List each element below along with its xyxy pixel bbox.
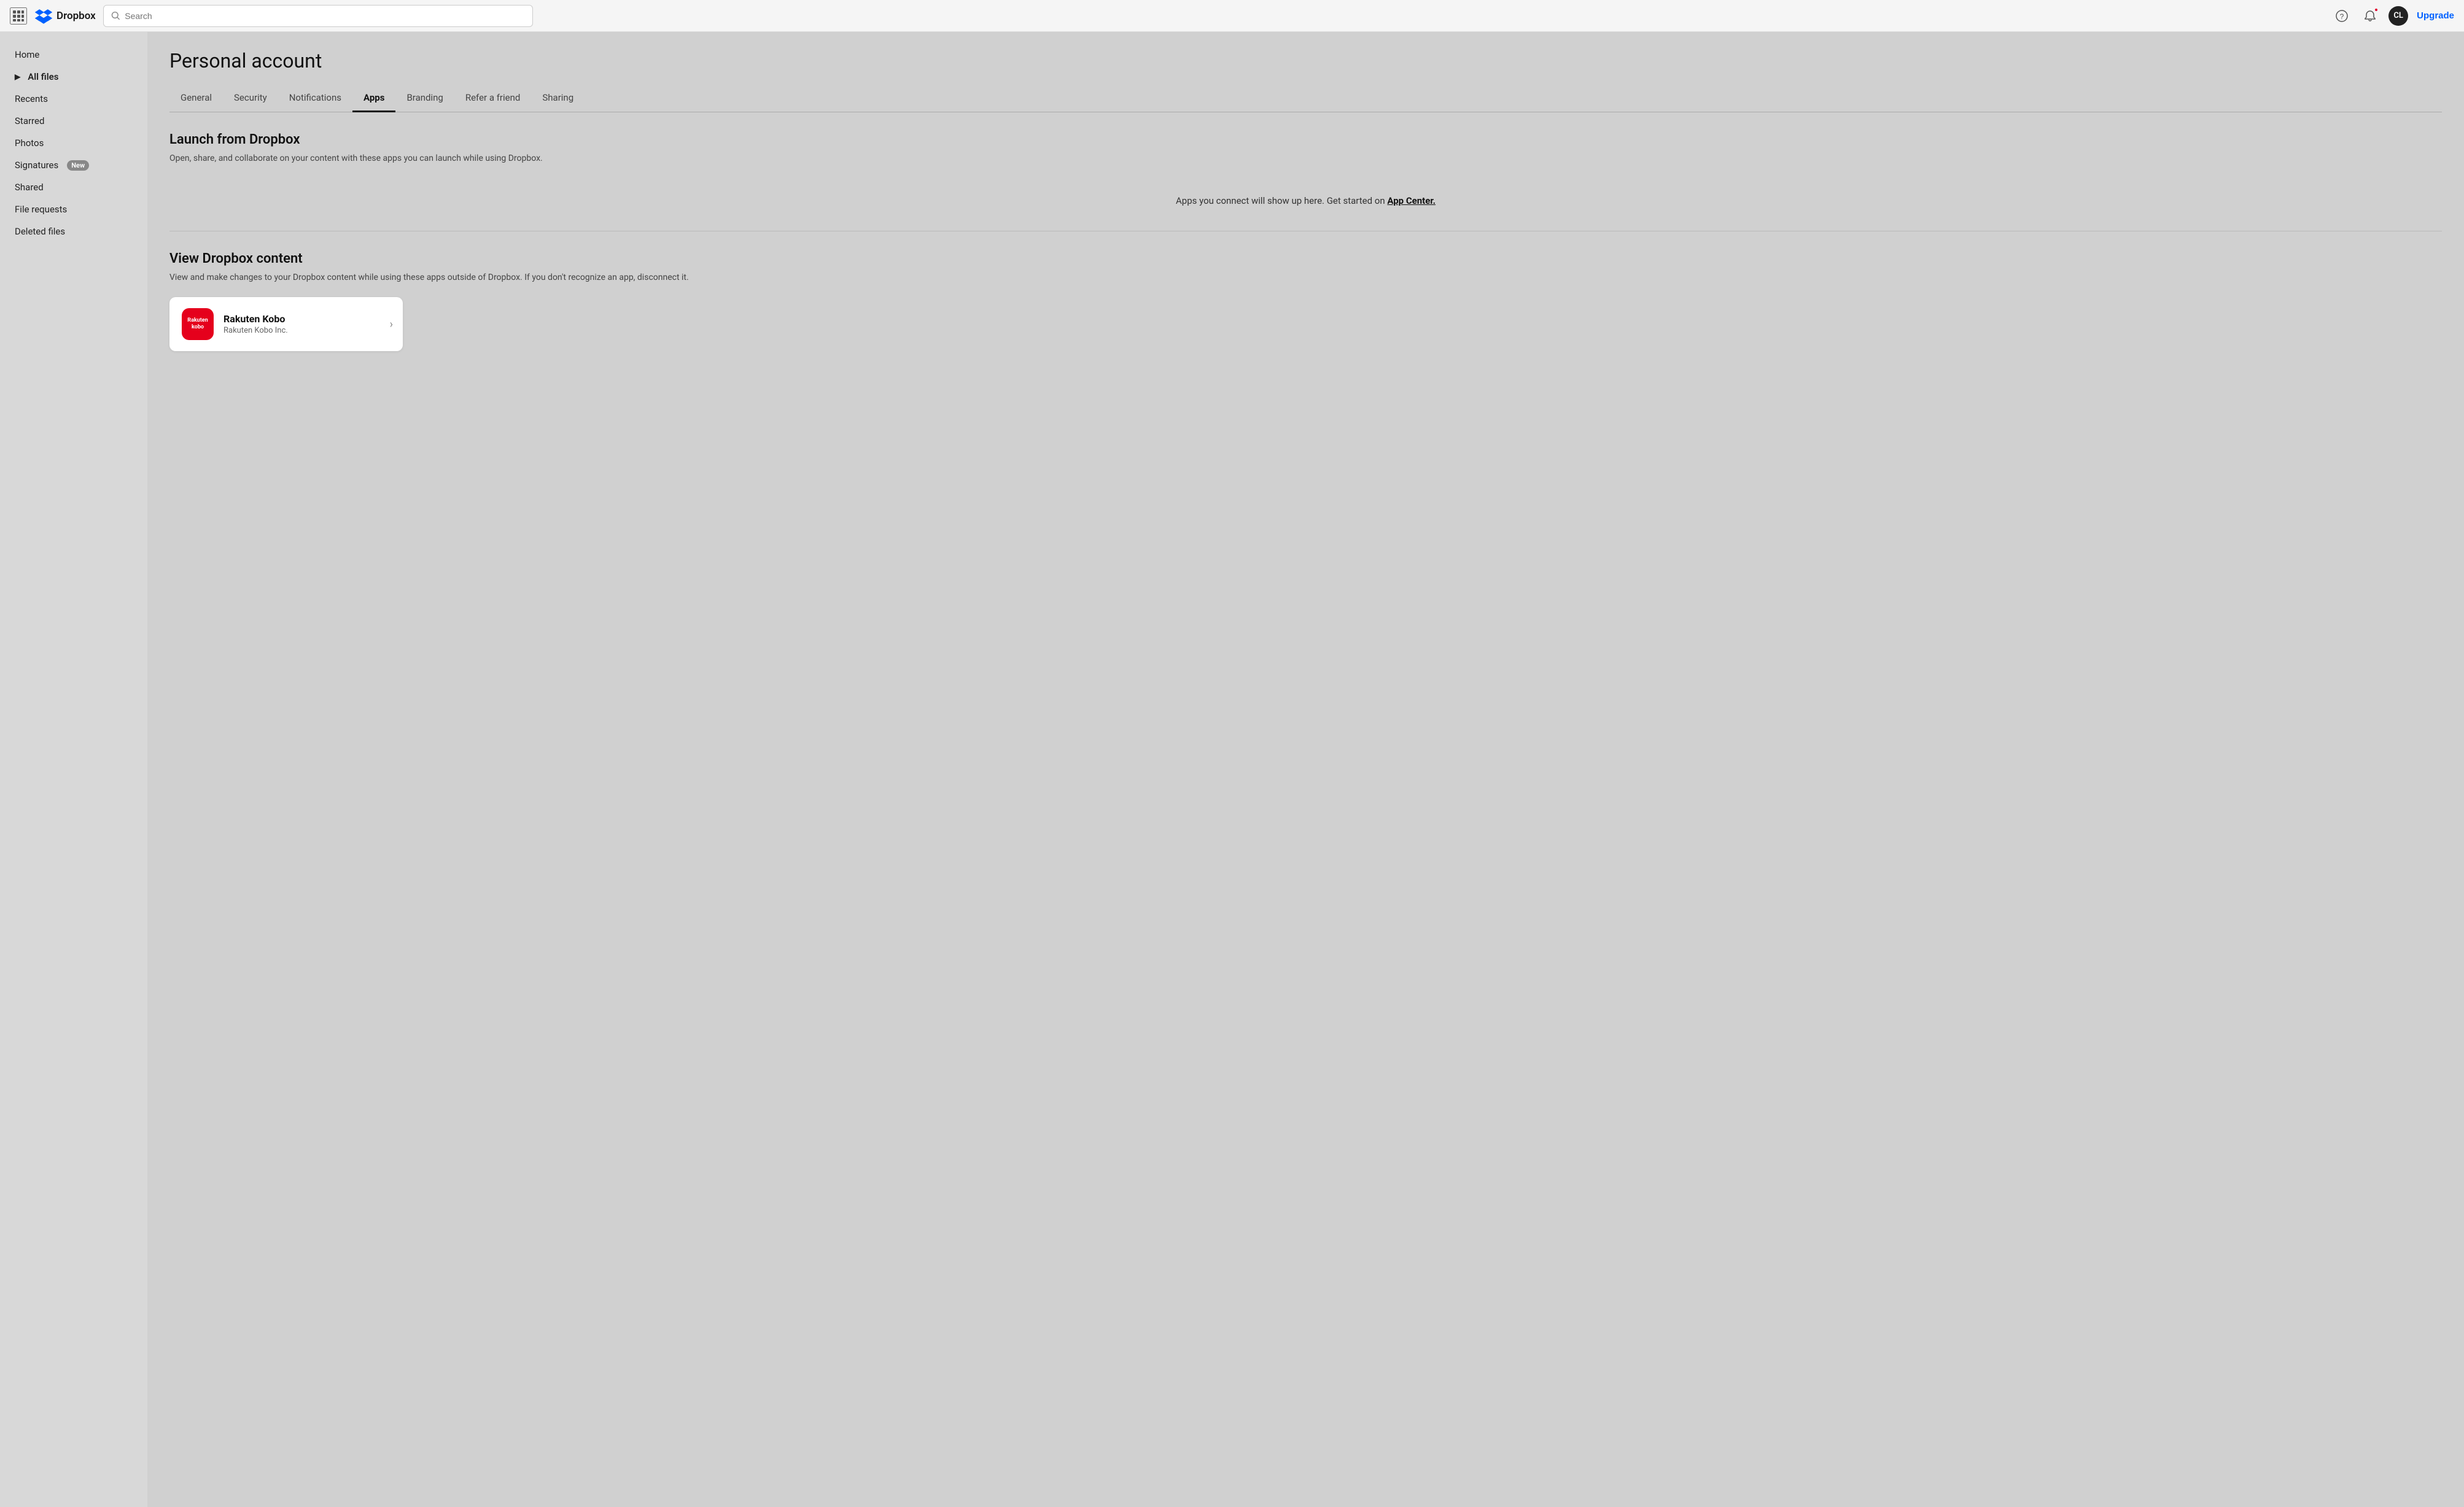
- sidebar-item-recents[interactable]: Recents: [0, 88, 147, 109]
- grid-menu-button[interactable]: [10, 7, 27, 25]
- app-name: Rakuten Kobo: [223, 313, 391, 325]
- tab-security[interactable]: Security: [223, 87, 278, 112]
- app-icon-text: Rakutenkobo: [187, 317, 208, 331]
- sidebar-item-label: Deleted files: [15, 226, 65, 237]
- sidebar-item-label: All files: [28, 71, 58, 82]
- logo-text: Dropbox: [56, 10, 96, 22]
- tab-sharing[interactable]: Sharing: [531, 87, 585, 112]
- launch-empty-state: Apps you connect will show up here. Get …: [169, 178, 2442, 226]
- sidebar-item-home[interactable]: Home: [0, 44, 147, 65]
- launch-section: Launch from Dropbox Open, share, and col…: [169, 132, 2442, 226]
- sidebar-item-label: Signatures: [15, 160, 58, 171]
- app-company: Rakuten Kobo Inc.: [223, 326, 391, 335]
- tab-general[interactable]: General: [169, 87, 223, 112]
- view-section-desc: View and make changes to your Dropbox co…: [169, 273, 2442, 282]
- main-content: Personal account GeneralSecurityNotifica…: [147, 32, 2464, 1507]
- search-icon: [111, 11, 120, 20]
- sidebar-item-file-requests[interactable]: File requests: [0, 199, 147, 220]
- view-section-title: View Dropbox content: [169, 251, 2442, 266]
- sidebar-item-signatures[interactable]: Signatures New: [0, 155, 147, 176]
- empty-text-before: Apps you connect will show up here. Get …: [1176, 195, 1387, 206]
- dropbox-logo[interactable]: Dropbox: [34, 7, 96, 25]
- sidebar-item-shared[interactable]: Shared: [0, 177, 147, 198]
- sidebar-item-photos[interactable]: Photos: [0, 133, 147, 153]
- badge-new: New: [67, 160, 89, 171]
- sidebar-item-deleted-files[interactable]: Deleted files: [0, 221, 147, 242]
- app-info: Rakuten Kobo Rakuten Kobo Inc.: [223, 313, 391, 335]
- tab-apps[interactable]: Apps: [352, 87, 395, 112]
- upgrade-button[interactable]: Upgrade: [2417, 10, 2454, 21]
- sidebar-item-all-files[interactable]: ▶ All files: [0, 66, 147, 87]
- topbar: Dropbox ? CL Upgrade: [0, 0, 2464, 32]
- layout: Home ▶ All files Recents Starred Photos Signat…: [0, 32, 2464, 1507]
- chevron-icon: ▶: [15, 72, 20, 81]
- notifications-button[interactable]: [2360, 6, 2380, 26]
- sidebar: Home ▶ All files Recents Starred Photos Signat…: [0, 32, 147, 1507]
- app-card-rakuten[interactable]: Rakutenkobo Rakuten Kobo Rakuten Kobo In…: [169, 297, 403, 351]
- sidebar-item-label: Starred: [15, 115, 44, 126]
- svg-text:?: ?: [2340, 12, 2344, 21]
- tabs: GeneralSecurityNotificationsAppsBranding…: [169, 87, 2442, 112]
- sidebar-item-label: Recents: [15, 93, 48, 104]
- sidebar-item-label: File requests: [15, 204, 67, 215]
- search-bar[interactable]: [103, 5, 533, 27]
- help-icon: ?: [2336, 10, 2348, 22]
- sidebar-item-label: Photos: [15, 138, 44, 149]
- app-center-link[interactable]: App Center.: [1387, 195, 1436, 206]
- tab-notifications[interactable]: Notifications: [278, 87, 352, 112]
- sidebar-item-label: Shared: [15, 182, 44, 193]
- tab-refer-a-friend[interactable]: Refer a friend: [454, 87, 532, 112]
- search-input[interactable]: [125, 11, 525, 21]
- avatar[interactable]: CL: [2388, 6, 2408, 26]
- launch-section-desc: Open, share, and collaborate on your con…: [169, 153, 2442, 163]
- tab-branding[interactable]: Branding: [395, 87, 454, 112]
- help-button[interactable]: ?: [2332, 6, 2352, 26]
- view-section: View Dropbox content View and make chang…: [169, 251, 2442, 351]
- launch-section-title: Launch from Dropbox: [169, 132, 2442, 147]
- topbar-right: ? CL Upgrade: [2332, 6, 2454, 26]
- sidebar-item-starred[interactable]: Starred: [0, 110, 147, 131]
- notification-dot: [2374, 7, 2379, 12]
- sidebar-item-label: Home: [15, 49, 39, 60]
- page-title: Personal account: [169, 49, 2442, 72]
- app-icon-rakuten: Rakutenkobo: [182, 308, 214, 340]
- app-card-chevron-icon: ›: [390, 318, 393, 331]
